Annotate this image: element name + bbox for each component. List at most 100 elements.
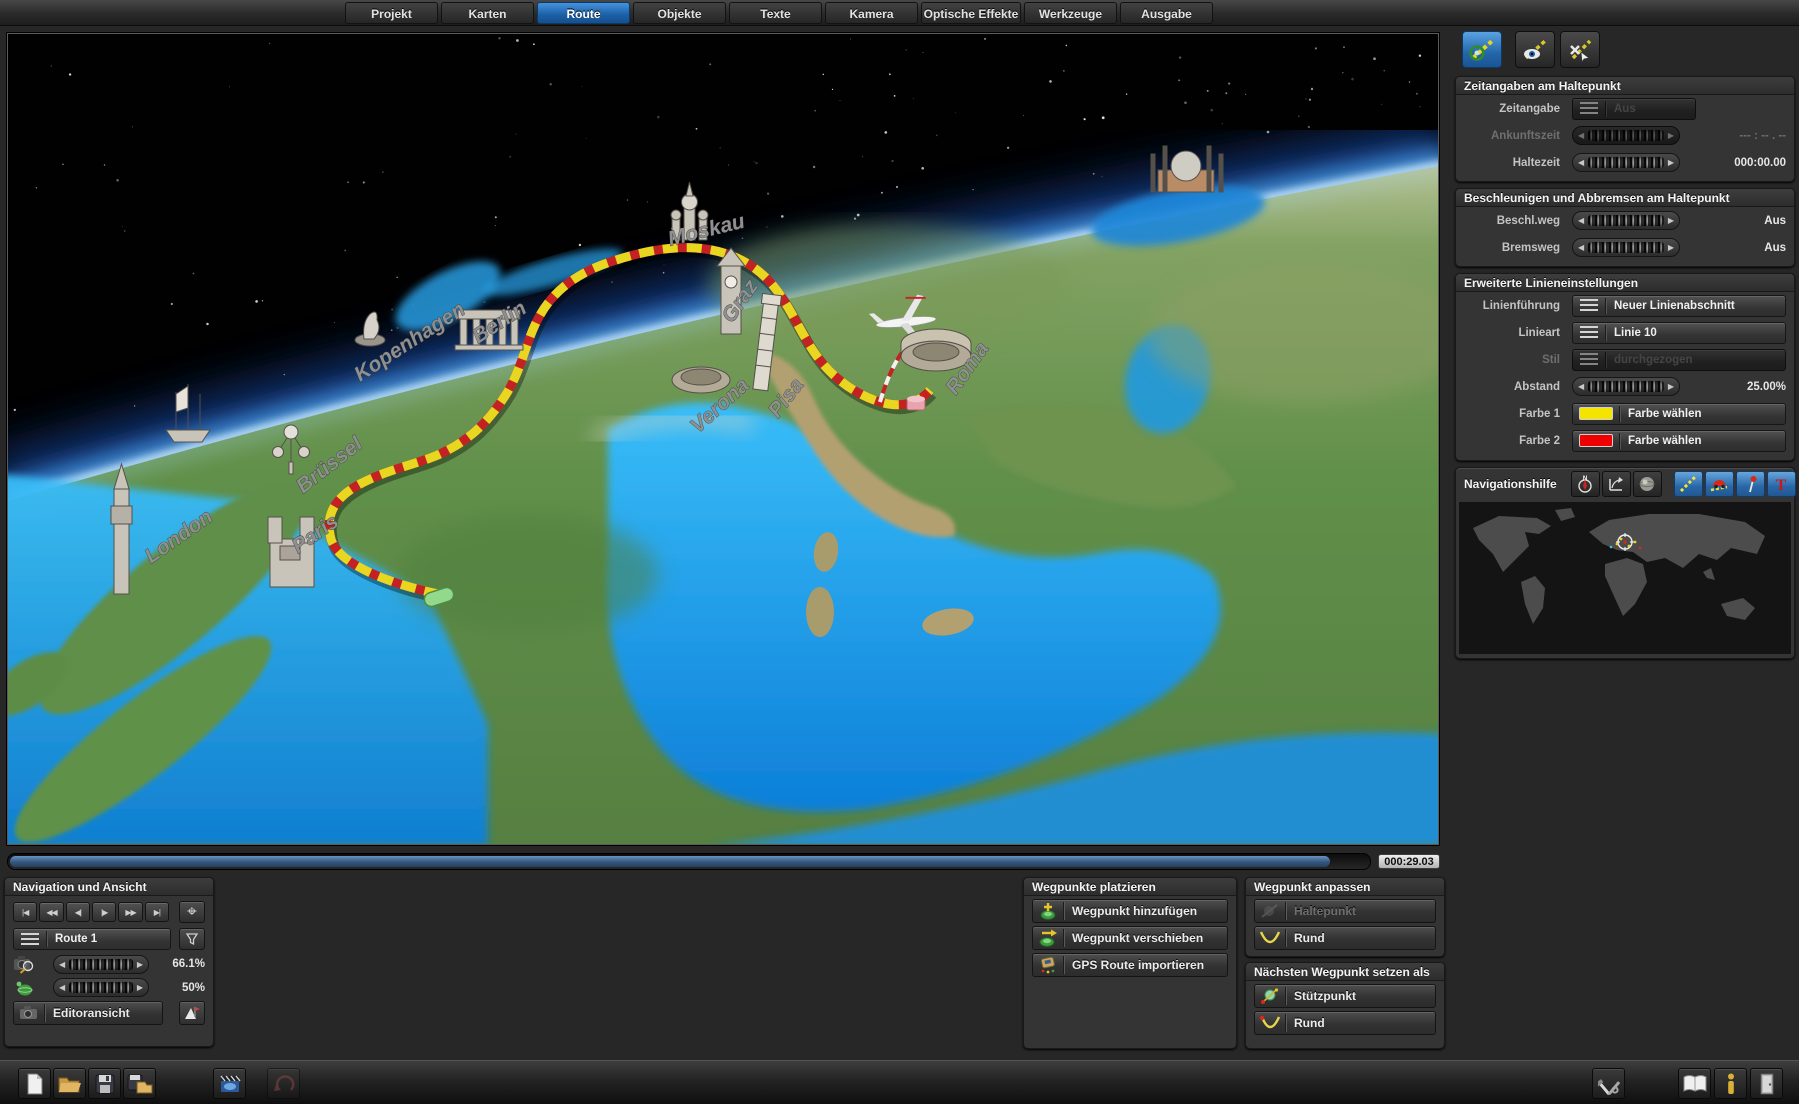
camera-icon [14,1005,44,1021]
render-movie-button[interactable] [213,1068,246,1099]
route-selector-value: Route 1 [47,933,105,945]
tools-options-button[interactable] [1592,1068,1625,1099]
farbe2-button[interactable]: Farbe wählen [1572,430,1786,452]
world-overview-map[interactable] [1459,502,1791,654]
open-project-button[interactable] [53,1068,86,1099]
camera-zoom-icon [9,954,39,974]
go-first-button[interactable]: |◀ [13,902,37,922]
show-marker-toggle[interactable] [1736,471,1765,497]
route-delete-button[interactable] [1560,31,1600,68]
panel-platzieren-title: Wegpunkte platzieren [1024,878,1236,896]
show-text-toggle[interactable]: T [1767,471,1796,497]
route-filter-button[interactable] [179,928,205,950]
menu-tabs: Projekt Karten Route Objekte Texte Kamer… [345,2,1213,24]
route-selector-dropdown[interactable]: Route 1 [13,928,171,950]
navigationshilfe-title: Navigationshilfe [1464,477,1557,491]
roma-waypoint-marker[interactable] [907,396,925,410]
save-as-button[interactable] [123,1068,156,1099]
abstand-label: Abstand [1464,381,1564,393]
haltepunkt-button[interactable]: Haltepunkt [1254,899,1436,923]
panel-navigation-title: Navigation und Ansicht [5,878,213,896]
linieart-dropdown[interactable]: Linie 10 [1572,322,1786,344]
beschlweg-slider[interactable] [1572,211,1680,230]
wegpunkt-verschieben-label: Wegpunkt verschieben [1064,931,1203,945]
tab-werkzeuge[interactable]: Werkzeuge [1024,2,1117,24]
bremsweg-slider[interactable] [1572,238,1680,257]
stuetzpunkt-icon [1255,987,1285,1005]
farbe2-button-label: Farbe wählen [1620,435,1710,447]
svg-text:T: T [1776,477,1787,494]
tab-ausgabe[interactable]: Ausgabe [1120,2,1213,24]
globe-pitch-icon [9,979,39,997]
curve-round-icon [1255,1015,1285,1031]
waypoint-move-icon [1033,928,1063,948]
zoom-slider[interactable] [53,955,149,974]
zeitangabe-dropdown[interactable]: Aus [1572,98,1696,120]
timeline-scrubber[interactable] [7,853,1371,870]
undo-button[interactable] [267,1068,300,1099]
tab-route[interactable]: Route [537,2,630,24]
farbe1-swatch [1579,407,1613,420]
tab-objekte[interactable]: Objekte [633,2,726,24]
tab-karten[interactable]: Karten [441,2,534,24]
section-zeitangaben-title: Zeitangaben am Haltepunkt [1456,77,1794,95]
tab-kamera[interactable]: Kamera [825,2,918,24]
tab-optische-effekte[interactable]: Optische Effekte [921,2,1021,24]
panel-navigation-ansicht: Navigation und Ansicht |◀ ◀◀ ◀| |▶ ▶▶ ▶|… [4,877,214,1047]
top-menu-bar: Projekt Karten Route Objekte Texte Kamer… [0,0,1799,26]
linieart-label: Linieart [1464,327,1564,339]
farbe1-button[interactable]: Farbe wählen [1572,403,1786,425]
show-route-toggle[interactable] [1674,471,1703,497]
rund-button[interactable]: Rund [1254,926,1436,950]
fast-forward-button[interactable]: ▶▶ [118,902,142,922]
stil-label: Stil [1464,354,1564,366]
manual-book-button[interactable] [1678,1068,1711,1099]
waypoint-add-icon [1033,901,1063,921]
new-project-button[interactable] [18,1068,51,1099]
render-preview-button[interactable] [179,1001,205,1025]
abstand-slider[interactable] [1572,377,1680,396]
go-last-button[interactable]: ▶| [145,902,169,922]
menu-icon [21,933,39,946]
linienfuehrung-dropdown[interactable]: Neuer Linienabschnitt [1572,295,1786,317]
wegpunkt-hinzufuegen-button[interactable]: Wegpunkt hinzufügen [1032,899,1228,923]
gps-device-icon [1033,955,1063,975]
editor-view-label: Editoransicht [45,1006,130,1020]
step-back-button[interactable]: ◀| [66,902,90,922]
haltepunkt-label: Haltepunkt [1286,904,1356,918]
gps-route-importieren-button[interactable]: GPS Route importieren [1032,953,1228,977]
wegpunkt-verschieben-button[interactable]: Wegpunkt verschieben [1032,926,1228,950]
stil-dropdown[interactable]: durchgezogen [1572,349,1786,371]
svg-text:N: N [1583,476,1587,482]
center-view-button[interactable]: ⌖ [179,901,205,923]
farbe2-swatch [1579,434,1613,447]
haltezeit-slider[interactable] [1572,153,1680,172]
pitch-slider[interactable] [53,978,149,997]
save-project-button[interactable] [88,1068,121,1099]
stuetzpunkt-button[interactable]: Stützpunkt [1254,984,1436,1008]
globe-view-button[interactable] [1633,471,1662,497]
fast-rewind-button[interactable]: ◀◀ [39,902,63,922]
reset-tilt-button[interactable] [1602,471,1631,497]
editor-view-button[interactable]: Editoransicht [13,1001,163,1025]
route-edit-mode-button[interactable] [1462,31,1502,68]
globe-3d-viewport[interactable]: London Paris Brüssel Kopenhagen Berlin M… [7,33,1439,845]
step-forward-button[interactable]: |▶ [92,902,116,922]
wegpunkt-hinzufuegen-label: Wegpunkt hinzufügen [1064,904,1197,918]
section-navigationshilfe: Navigationshilfe N T [1455,467,1795,659]
compass-north-button[interactable]: N [1571,471,1600,497]
curve-round-icon [1255,930,1285,946]
show-vehicle-toggle[interactable] [1705,471,1734,497]
section-beschleunigen-title: Beschleunigen und Abbremsen am Haltepunk… [1456,189,1794,207]
tab-projekt[interactable]: Projekt [345,2,438,24]
info-button[interactable] [1714,1068,1747,1099]
ankunftszeit-slider[interactable] [1572,126,1680,145]
exit-door-button[interactable] [1750,1068,1783,1099]
stuetzpunkt-label: Stützpunkt [1286,989,1356,1003]
rund-next-button[interactable]: Rund [1254,1011,1436,1035]
panel-wegpunkte-platzieren: Wegpunkte platzieren Wegpunkt hinzufügen… [1023,877,1237,1049]
tab-texte[interactable]: Texte [729,2,822,24]
section-linien: Erweiterte Linieneinstellungen Linienfüh… [1455,273,1795,461]
route-visibility-button[interactable] [1515,31,1555,68]
farbe1-button-label: Farbe wählen [1620,408,1710,420]
